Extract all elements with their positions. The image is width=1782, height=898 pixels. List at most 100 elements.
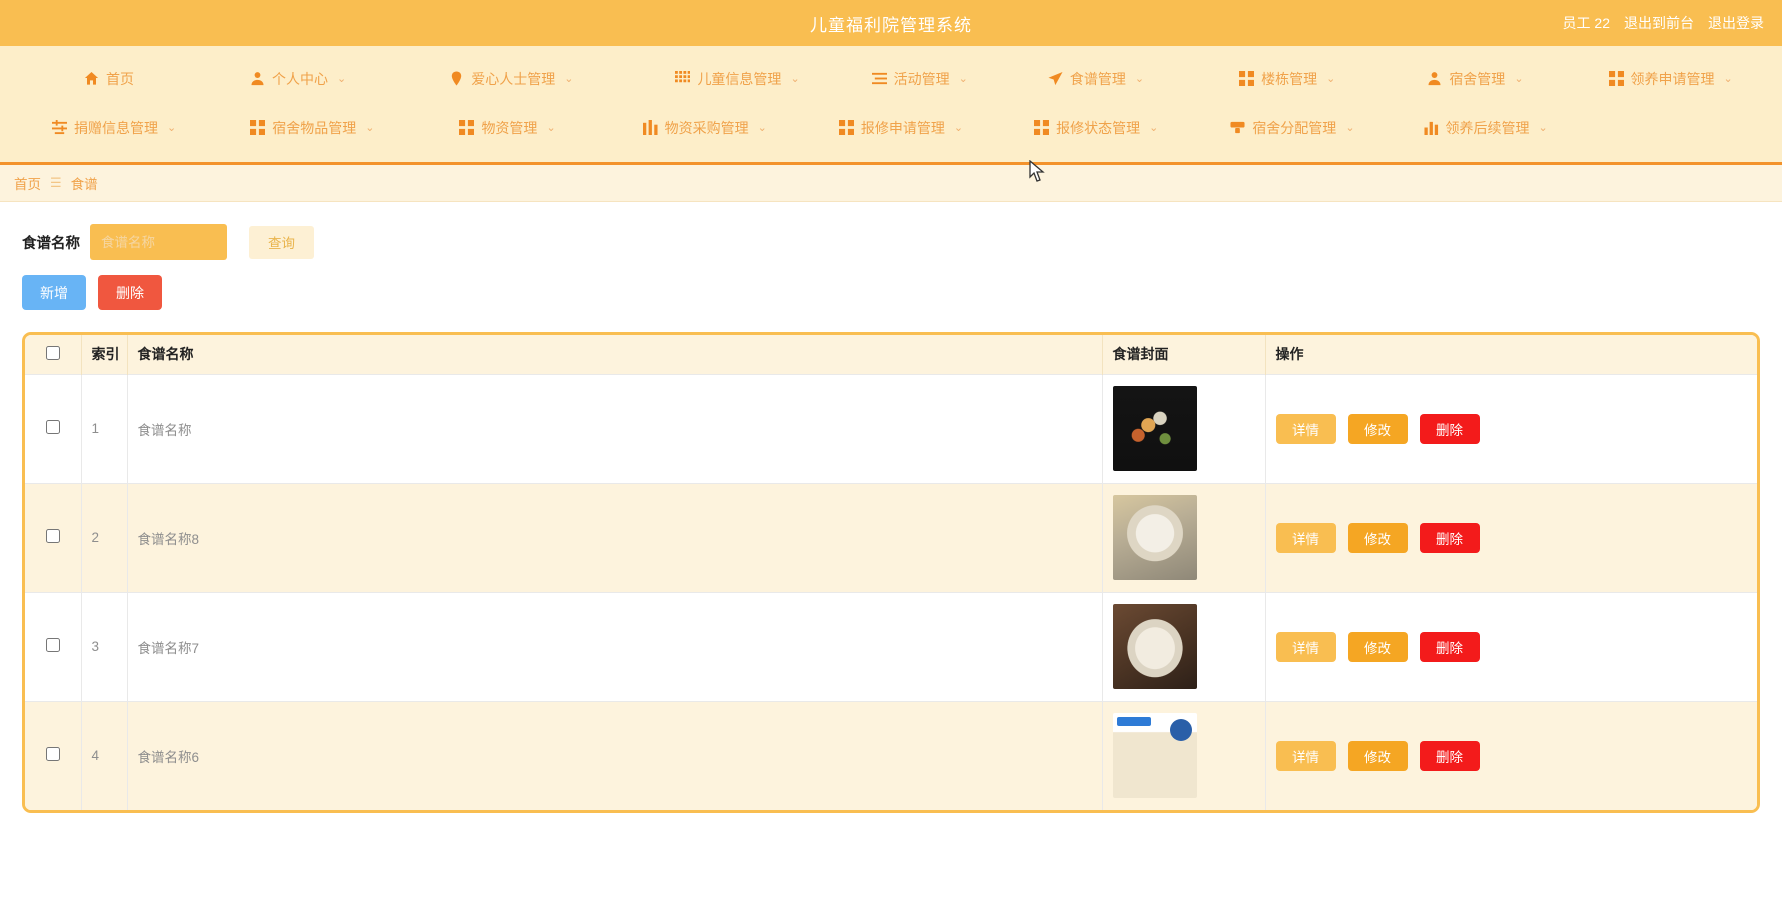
select-all-checkbox[interactable] — [45, 345, 60, 360]
nav-item-5[interactable]: 报修申请管理 ⌄ — [833, 118, 969, 138]
batch-delete-button[interactable]: 删除 — [98, 275, 162, 310]
recipe-table-container: 索引 食谱名称 食谱封面 操作 1 食谱名称 详情 修改 删除 2 食谱名称8 详情 修改 删除 3… — [22, 332, 1760, 813]
detail-button[interactable]: 详情 — [1275, 631, 1336, 662]
logout-link[interactable]: 退出登录 — [1708, 13, 1764, 33]
cell-recipe-cover — [1102, 373, 1266, 483]
nav-item-2[interactable]: 宿舍物品管理 ⌄ — [244, 118, 380, 138]
blocks-icon — [1608, 71, 1624, 86]
chevron-down-icon: ⌄ — [1326, 73, 1336, 85]
cell-recipe-cover — [1102, 700, 1266, 810]
table-action-buttons: 新增 删除 — [22, 275, 1760, 310]
nav-item-3[interactable]: 物资管理 ⌄ — [453, 118, 561, 138]
row-select-checkbox[interactable] — [45, 529, 60, 543]
cell-operations: 详情 修改 删除 — [1265, 373, 1757, 483]
nav-item-9[interactable]: 领养申请管理 ⌄ — [1603, 69, 1739, 89]
cell-operations: 详情 修改 删除 — [1265, 700, 1758, 810]
nav-item-7[interactable]: 宿舍分配管理 ⌄ — [1224, 118, 1360, 138]
search-button[interactable]: 查询 — [249, 225, 314, 259]
user-icon — [1427, 71, 1442, 86]
nav-item-1[interactable]: 首页 — [78, 69, 140, 89]
nav-item-label: 宿舍管理 — [1449, 70, 1506, 87]
nav-row-1: 首页 个人中心 ⌄ 爱心人士管理 ⌄ 儿童信息管理 ⌄ 活动管理 ⌄ 食谱管理 ⌄ 楼栋管理 ⌄ 宿舍管理… — [0, 54, 1782, 103]
cell-recipe-name: 食谱名称 — [127, 373, 1103, 483]
cell-index: 2 — [81, 482, 128, 592]
main-navigation: 首页 个人中心 ⌄ 爱心人士管理 ⌄ 儿童信息管理 ⌄ 活动管理 ⌄ 食谱管理 ⌄ 楼栋管理 ⌄ 宿舍管理… — [0, 46, 1782, 182]
nav-item-label: 食谱管理 — [1069, 70, 1126, 87]
edit-button[interactable]: 修改 — [1347, 522, 1408, 553]
nav-row-2: 捐赠信息管理 ⌄ 宿舍物品管理 ⌄ 物资管理 ⌄ 物资采购管理 ⌄ 报修申请管理 ⌄ 报修状态管理 ⌄… — [0, 103, 1782, 152]
pin-icon — [449, 71, 464, 86]
blocks-icon — [838, 120, 854, 135]
edit-button[interactable]: 修改 — [1347, 631, 1408, 662]
recipe-table: 索引 食谱名称 食谱封面 操作 1 食谱名称 详情 修改 删除 2 食谱名称8 详情 修改 删除 3… — [25, 335, 1757, 810]
table-row: 1 食谱名称 详情 修改 删除 — [25, 373, 1757, 483]
nav-item-5[interactable]: 活动管理 ⌄ — [866, 69, 974, 89]
nav-item-label: 宿舍分配管理 — [1252, 119, 1337, 136]
nav-item-6[interactable]: 食谱管理 ⌄ — [1042, 69, 1150, 89]
detail-button[interactable]: 详情 — [1275, 522, 1336, 553]
nav-item-4[interactable]: 物资采购管理 ⌄ — [637, 118, 773, 138]
chevron-down-icon: ⌄ — [546, 122, 556, 134]
breadcrumb-current: 食谱 — [70, 177, 98, 192]
delete-button[interactable]: 删除 — [1419, 413, 1480, 444]
cell-operations: 详情 修改 删除 — [1265, 591, 1757, 701]
cell-recipe-cover — [1102, 482, 1266, 592]
row-select-cell — [25, 591, 82, 701]
delete-button[interactable]: 删除 — [1419, 740, 1480, 771]
search-input[interactable] — [90, 224, 227, 260]
row-select-cell — [25, 482, 82, 592]
breadcrumb: 首页 ☰ 食谱 — [0, 165, 1782, 202]
table-row: 3 食谱名称7 详情 修改 删除 — [25, 591, 1757, 701]
table-body: 1 食谱名称 详情 修改 删除 2 食谱名称8 详情 修改 删除 3 食谱名称7 详情 修改 删除 4 食谱名称… — [25, 373, 1758, 810]
table-header-row: 索引 食谱名称 食谱封面 操作 — [25, 335, 1757, 374]
app-title: 儿童福利院管理系统 — [810, 15, 972, 35]
recipe-cover-image — [1112, 713, 1197, 799]
nav-item-4[interactable]: 儿童信息管理 ⌄ — [669, 69, 805, 89]
table-row: 2 食谱名称8 详情 修改 删除 — [25, 482, 1757, 592]
column-header-ops: 操作 — [1265, 335, 1757, 374]
nav-item-label: 报修状态管理 — [1056, 119, 1141, 136]
breadcrumb-home[interactable]: 首页 — [14, 173, 41, 193]
edit-button[interactable]: 修改 — [1347, 740, 1408, 771]
chevron-down-icon: ⌄ — [337, 73, 347, 85]
row-select-checkbox[interactable] — [45, 747, 60, 762]
nav-item-label: 儿童信息管理 — [697, 70, 782, 87]
row-select-cell — [25, 373, 82, 483]
add-button[interactable]: 新增 — [22, 275, 86, 310]
edit-button[interactable]: 修改 — [1347, 413, 1408, 444]
cell-recipe-name: 食谱名称7 — [127, 591, 1103, 701]
recipe-cover-image — [1112, 386, 1197, 471]
current-user-label: 员工 22 — [1562, 15, 1610, 31]
cell-operations: 详情 修改 删除 — [1265, 482, 1757, 592]
column-header-cover: 食谱封面 — [1102, 335, 1266, 374]
nav-item-2[interactable]: 个人中心 ⌄ — [244, 69, 352, 89]
nav-item-3[interactable]: 爱心人士管理 ⌄ — [443, 69, 579, 89]
detail-button[interactable]: 详情 — [1275, 740, 1336, 771]
delete-button[interactable]: 删除 — [1419, 631, 1480, 662]
cell-recipe-cover — [1102, 591, 1266, 701]
search-label: 食谱名称 — [22, 235, 80, 252]
blocks-icon — [1034, 120, 1050, 135]
blocks-icon — [250, 120, 266, 135]
blocks-icon — [1239, 71, 1255, 86]
nav-item-8[interactable]: 领养后续管理 ⌄ — [1418, 118, 1554, 138]
chevron-down-icon: ⌄ — [1514, 73, 1524, 85]
nav-item-7[interactable]: 楼栋管理 ⌄ — [1233, 69, 1341, 89]
nav-item-8[interactable]: 宿舍管理 ⌄ — [1421, 69, 1529, 89]
nav-item-6[interactable]: 报修状态管理 ⌄ — [1028, 118, 1164, 138]
cell-index: 1 — [81, 373, 128, 483]
detail-button[interactable]: 详情 — [1275, 413, 1336, 444]
nav-item-label: 爱心人士管理 — [471, 70, 556, 87]
search-form: 食谱名称 查询 — [22, 202, 1760, 260]
row-select-checkbox[interactable] — [45, 638, 60, 652]
nav-item-1[interactable]: 捐赠信息管理 ⌄ — [46, 118, 182, 138]
row-operations: 详情 修改 删除 — [1275, 740, 1758, 771]
back-to-frontend-link[interactable]: 退出到前台 — [1624, 13, 1694, 33]
nav-item-label: 首页 — [106, 70, 134, 87]
chevron-down-icon: ⌄ — [365, 122, 375, 134]
chevron-down-icon: ⌄ — [1538, 122, 1548, 134]
row-select-checkbox[interactable] — [45, 420, 60, 434]
filter-icon — [52, 120, 67, 135]
table-row: 4 食谱名称6 详情 修改 删除 — [25, 700, 1758, 810]
delete-button[interactable]: 删除 — [1419, 522, 1480, 553]
